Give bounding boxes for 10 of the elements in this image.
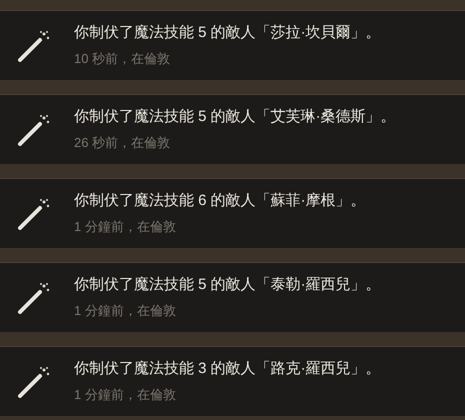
- notification-message: 你制伏了魔法技能 5 的敵人「泰勒·羅西兒」。: [74, 276, 381, 294]
- notification-time: 1 分鐘前，在倫敦: [74, 219, 177, 235]
- notification-time: 26 秒前，在倫敦: [74, 135, 172, 151]
- notification-time: 1 分鐘前，在倫敦: [74, 303, 177, 319]
- notification-message: 你制伏了魔法技能 5 的敵人「莎拉·坎貝爾」。: [74, 24, 381, 42]
- notification-message: 你制伏了魔法技能 5 的敵人「艾芙琳·桑德斯」。: [74, 108, 396, 126]
- notification-time: 1 分鐘前，在倫敦: [74, 387, 177, 403]
- notification-message: 你制伏了魔法技能 3 的敵人「路克·羅西兒」。: [74, 360, 381, 378]
- notification-message: 你制伏了魔法技能 6 的敵人「蘇菲·摩根」。: [74, 192, 366, 210]
- notification-time: 10 秒前，在倫敦: [74, 51, 172, 67]
